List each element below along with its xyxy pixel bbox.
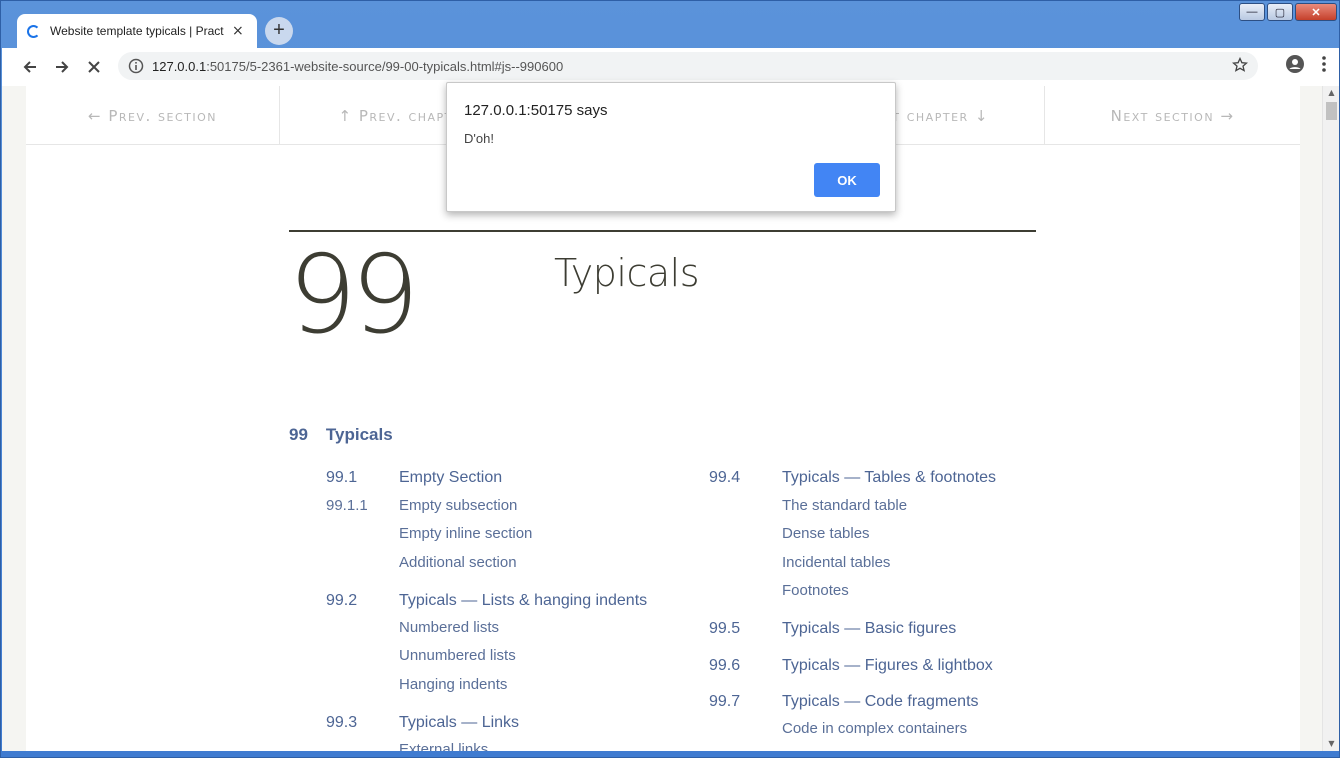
profile-avatar-icon[interactable] bbox=[1285, 54, 1305, 74]
tab-close-icon[interactable]: × bbox=[232, 23, 244, 39]
back-button[interactable] bbox=[14, 51, 46, 83]
dialog-ok-button[interactable]: OK bbox=[814, 163, 880, 197]
new-tab-button[interactable]: + bbox=[265, 17, 293, 45]
tab-title: Website template typicals | Practical bbox=[50, 24, 224, 38]
info-icon[interactable] bbox=[128, 58, 144, 74]
url-text: 127.0.0.1:50175/5-2361-website-source/99… bbox=[152, 59, 563, 74]
toc-entry-link[interactable]: Typicals — Links bbox=[399, 714, 519, 732]
toc-entry-link[interactable]: Empty Section bbox=[399, 469, 502, 487]
minimize-button[interactable]: — bbox=[1239, 3, 1265, 21]
address-bar[interactable]: 127.0.0.1:50175/5-2361-website-source/99… bbox=[118, 52, 1258, 80]
toc-entry-number: 99.7 bbox=[709, 693, 741, 710]
close-window-button[interactable]: ✕ bbox=[1295, 3, 1337, 21]
toc-entry-link[interactable]: The standard table bbox=[782, 497, 907, 514]
toc-chapter-entry[interactable]: 99 Typicals bbox=[289, 425, 393, 445]
toc-entry-link[interactable]: Dense tables bbox=[782, 525, 870, 542]
toc-chapter-number: 99 bbox=[289, 425, 308, 444]
bookmark-star-icon[interactable] bbox=[1231, 56, 1249, 77]
toc-entry-link[interactable]: Unnumbered lists bbox=[399, 647, 516, 664]
browser-tab[interactable]: Website template typicals | Practical × bbox=[17, 14, 257, 48]
next-section-link[interactable]: Next section → bbox=[1045, 86, 1300, 145]
toc-entry-link[interactable]: Numbered lists bbox=[399, 619, 499, 636]
url-host: 127.0.0.1 bbox=[152, 58, 207, 74]
toc-entry-link[interactable]: Hanging indents bbox=[399, 676, 507, 693]
vertical-scrollbar[interactable]: ▲ ▼ bbox=[1322, 86, 1339, 751]
toc-entry-link[interactable]: Typicals — Tables & footnotes bbox=[782, 469, 996, 487]
prev-section-link[interactable]: ← Prev. section bbox=[26, 86, 280, 145]
alert-dialog: 127.0.0.1:50175 says D'oh! OK bbox=[446, 82, 896, 212]
toc-entry-number: 99.1.1 bbox=[326, 497, 368, 514]
scroll-up-icon[interactable]: ▲ bbox=[1323, 86, 1339, 100]
toc-chapter-link[interactable]: Typicals bbox=[326, 425, 393, 444]
toc-entry-link[interactable]: Empty inline section bbox=[399, 525, 532, 542]
toc-entry-link[interactable]: External links bbox=[399, 741, 488, 751]
dialog-title: 127.0.0.1:50175 says bbox=[464, 102, 608, 119]
toc-entry-number: 99.5 bbox=[709, 620, 741, 637]
back-arrow-icon bbox=[23, 61, 36, 73]
toc-entry-link[interactable]: Typicals — Figures & lightbox bbox=[782, 657, 993, 675]
toc-entry-link[interactable]: Incidental tables bbox=[782, 554, 890, 571]
forward-button[interactable] bbox=[46, 51, 78, 83]
forward-arrow-icon bbox=[56, 61, 69, 73]
toc-entry-number: 99.2 bbox=[326, 592, 358, 609]
toc-entry-link[interactable]: Typicals — Lists & hanging indents bbox=[399, 592, 647, 610]
maximize-button[interactable]: ▢ bbox=[1267, 3, 1293, 21]
stop-loading-button[interactable] bbox=[78, 51, 110, 83]
menu-kebab-icon[interactable] bbox=[1321, 55, 1327, 73]
chapter-number: 99 bbox=[288, 233, 419, 358]
toc-entry-link[interactable]: Typicals — Code fragments bbox=[782, 693, 979, 711]
browser-window: Website template typicals | Practical × … bbox=[0, 0, 1340, 758]
toc-entry-number: 99.6 bbox=[709, 657, 741, 674]
toc-entry-number: 99.4 bbox=[709, 469, 741, 486]
scroll-down-icon[interactable]: ▼ bbox=[1323, 737, 1339, 751]
toc-entry-link[interactable]: Footnotes bbox=[782, 582, 849, 599]
scroll-thumb[interactable] bbox=[1326, 102, 1337, 120]
toc-entry-number: 99.3 bbox=[326, 714, 358, 731]
loading-spinner-icon bbox=[27, 24, 40, 38]
toc-entry-link[interactable]: Empty subsection bbox=[399, 497, 517, 514]
toc-entry-link[interactable]: Additional section bbox=[399, 554, 517, 571]
toc-entry-link[interactable]: Code in complex containers bbox=[782, 720, 967, 737]
browser-toolbar: 127.0.0.1:50175/5-2361-website-source/99… bbox=[2, 48, 1339, 86]
toc-entry-number: 99.1 bbox=[326, 469, 358, 486]
url-path: :50175/5-2361-website-source/99-00-typic… bbox=[206, 58, 564, 74]
toc-entry-link[interactable]: Typicals — Basic figures bbox=[782, 620, 956, 638]
title-bar: Website template typicals | Practical × … bbox=[1, 1, 1340, 48]
chapter-title: Typicals bbox=[554, 251, 700, 295]
stop-x-icon bbox=[88, 61, 100, 73]
dialog-message: D'oh! bbox=[464, 131, 494, 146]
